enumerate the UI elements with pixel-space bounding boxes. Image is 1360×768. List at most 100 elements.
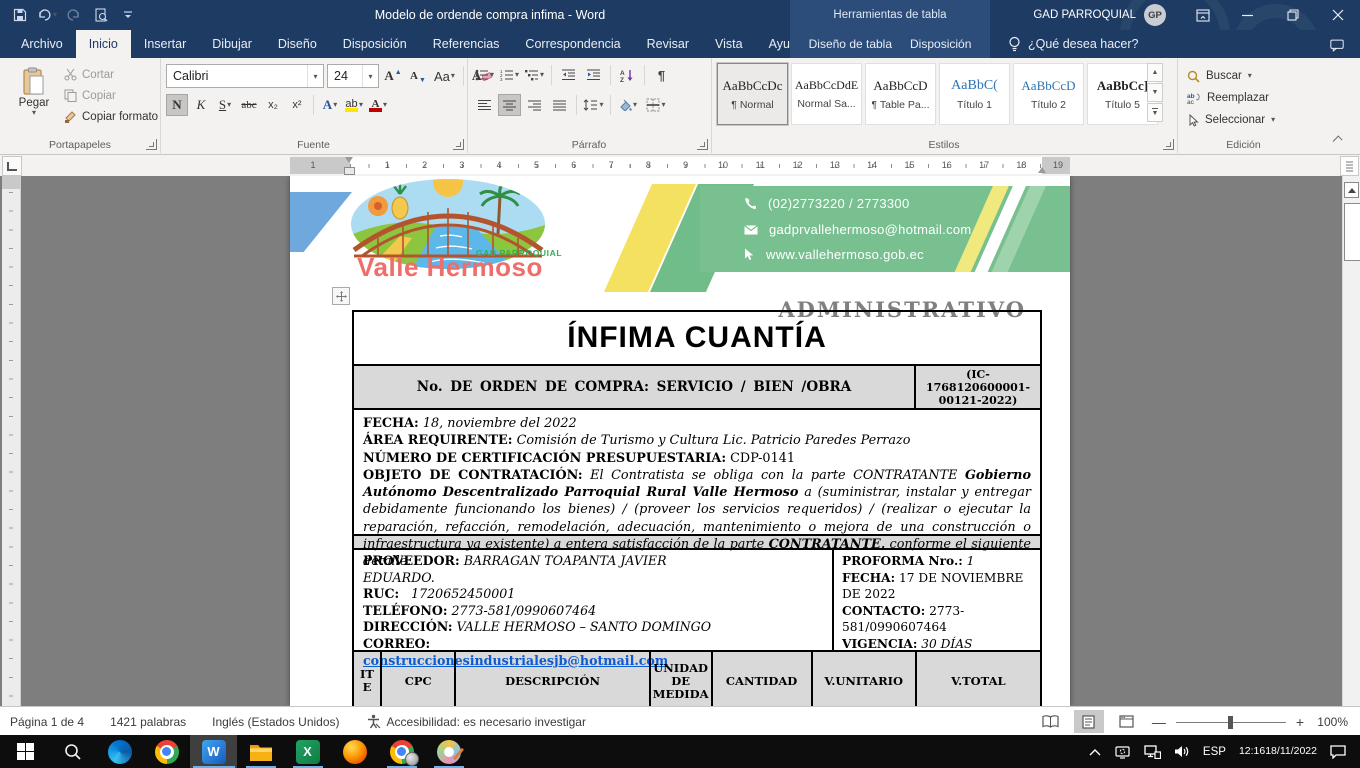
bullets-button[interactable]: ▾: [473, 64, 496, 86]
justify-button[interactable]: [548, 94, 571, 116]
styles-scroll-down-button[interactable]: ▼: [1147, 83, 1163, 102]
horizontal-ruler[interactable]: 123456789101112131415161718 1 19: [0, 155, 1360, 176]
cut-button[interactable]: Cortar: [64, 66, 158, 83]
sort-button[interactable]: AZ: [616, 64, 639, 86]
taskbar-edge-button[interactable]: [96, 735, 143, 768]
zoom-in-button[interactable]: +: [1294, 714, 1306, 730]
zoom-slider[interactable]: [1176, 715, 1286, 729]
italic-button[interactable]: K: [190, 94, 212, 116]
redo-button[interactable]: [62, 3, 86, 27]
borders-button[interactable]: ▾: [641, 94, 671, 116]
taskbar-search-button[interactable]: [49, 735, 96, 768]
ribbon-display-options-button[interactable]: [1180, 0, 1225, 30]
taskbar-word-button[interactable]: W: [190, 735, 237, 768]
replace-button[interactable]: abac Reemplazar: [1187, 88, 1275, 108]
zoom-level[interactable]: 100%: [1314, 715, 1348, 729]
strikethrough-button[interactable]: abc: [238, 94, 260, 116]
tab-vista[interactable]: Vista: [702, 30, 756, 58]
format-painter-button[interactable]: Copiar formato: [64, 108, 158, 125]
style-item-titulo-2[interactable]: AaBbCcD Título 2: [1013, 63, 1084, 125]
tell-me-box[interactable]: ¿Qué desea hacer?: [1008, 30, 1139, 58]
underline-button[interactable]: S▾: [214, 94, 236, 116]
taskbar-excel-button[interactable]: X: [284, 735, 331, 768]
tray-volume-button[interactable]: [1174, 745, 1190, 758]
start-button[interactable]: [2, 735, 49, 768]
tray-language[interactable]: ESP: [1203, 746, 1226, 758]
right-indent-marker[interactable]: [1038, 167, 1046, 173]
print-layout-button[interactable]: [1074, 710, 1104, 733]
left-indent-marker[interactable]: [344, 167, 355, 175]
taskbar-explorer-button[interactable]: [237, 735, 284, 768]
scroll-up-button[interactable]: [1344, 182, 1359, 198]
align-right-button[interactable]: [523, 94, 546, 116]
clipboard-dialog-launcher[interactable]: [146, 139, 157, 150]
customize-qat-button[interactable]: [116, 3, 140, 27]
text-effects-button[interactable]: A▾: [319, 94, 341, 116]
tray-clock[interactable]: 12:16 18/11/2022: [1239, 745, 1317, 759]
web-layout-button[interactable]: [1112, 710, 1142, 733]
multilevel-list-button[interactable]: ▾: [523, 64, 546, 86]
align-left-button[interactable]: [473, 94, 496, 116]
style-item-titulo-1[interactable]: AaBbC( Título 1: [939, 63, 1010, 125]
document-page[interactable]: Valle Hermoso GAD PARROQUIAL (02)2773220…: [290, 176, 1070, 706]
find-button[interactable]: Buscar ▾: [1187, 66, 1275, 86]
align-center-button[interactable]: [498, 94, 521, 116]
table-move-handle[interactable]: [332, 287, 350, 305]
font-color-button[interactable]: A▾: [367, 94, 389, 116]
tab-diseno-de-tabla[interactable]: Diseño de tabla: [800, 30, 901, 58]
tab-revisar[interactable]: Revisar: [634, 30, 702, 58]
taskbar-firefox-button[interactable]: [331, 735, 378, 768]
tab-inicio[interactable]: Inicio: [76, 30, 131, 58]
select-button[interactable]: Seleccionar ▾: [1187, 110, 1275, 130]
account-avatar[interactable]: GP: [1144, 4, 1166, 26]
tray-network-button[interactable]: [1144, 745, 1161, 759]
increase-indent-button[interactable]: [582, 64, 605, 86]
bold-button[interactable]: N: [166, 94, 188, 116]
status-language[interactable]: Inglés (Estados Unidos): [212, 715, 339, 729]
print-preview-button[interactable]: [89, 3, 113, 27]
tab-stop-selector[interactable]: [2, 156, 22, 176]
tab-insertar[interactable]: Insertar: [131, 30, 199, 58]
style-item-table-pa[interactable]: AaBbCcD ¶ Table Pa...: [865, 63, 936, 125]
styles-dialog-launcher[interactable]: [1163, 139, 1174, 150]
tray-expand-button[interactable]: [1089, 748, 1101, 756]
font-dialog-launcher[interactable]: [453, 139, 464, 150]
shrink-font-button[interactable]: A▼: [407, 65, 429, 87]
tab-correspondencia[interactable]: Correspondencia: [512, 30, 633, 58]
tab-dibujar[interactable]: Dibujar: [199, 30, 265, 58]
superscript-button[interactable]: x²: [286, 94, 308, 116]
close-button[interactable]: [1315, 0, 1360, 30]
ruler-toggle-box[interactable]: [1340, 156, 1359, 176]
tab-disposicion[interactable]: Disposición: [330, 30, 420, 58]
tab-referencias[interactable]: Referencias: [420, 30, 513, 58]
decrease-indent-button[interactable]: [557, 64, 580, 86]
tab-diseno[interactable]: Diseño: [265, 30, 330, 58]
font-size-select[interactable]: 24 ▾: [327, 64, 379, 88]
status-word-count[interactable]: 1421 palabras: [110, 715, 186, 729]
taskbar-chrome-app-button[interactable]: [378, 735, 425, 768]
zoom-out-button[interactable]: —: [1150, 714, 1168, 730]
styles-more-button[interactable]: ▼: [1147, 103, 1163, 122]
change-case-button[interactable]: Aa▾: [432, 65, 457, 87]
undo-button[interactable]: ▾: [35, 3, 59, 27]
account-name[interactable]: GAD PARROQUIAL: [1033, 9, 1136, 21]
collapse-ribbon-button[interactable]: [1330, 132, 1348, 146]
minimize-button[interactable]: [1225, 0, 1270, 30]
style-item-normal[interactable]: AaBbCcDc ¶ Normal: [717, 63, 788, 125]
paste-button[interactable]: Pegar ▾: [8, 64, 60, 130]
numbering-button[interactable]: 123▾: [498, 64, 521, 86]
styles-scroll-up-button[interactable]: ▲: [1147, 63, 1163, 82]
tab-disposicion-tabla[interactable]: Disposición: [901, 30, 980, 58]
taskbar-chrome-button[interactable]: [143, 735, 190, 768]
action-center-button[interactable]: [1330, 745, 1346, 759]
paragraph-dialog-launcher[interactable]: [697, 139, 708, 150]
line-spacing-button[interactable]: ▾: [582, 94, 605, 116]
font-name-select[interactable]: Calibri ▾: [166, 64, 324, 88]
highlight-button[interactable]: ab▾: [343, 94, 365, 116]
vertical-ruler[interactable]: [2, 176, 21, 706]
scrollbar-thumb[interactable]: [1344, 203, 1360, 261]
show-marks-button[interactable]: ¶: [650, 64, 673, 86]
first-line-indent-marker[interactable]: [345, 157, 353, 163]
save-button[interactable]: [8, 3, 32, 27]
feedback-button[interactable]: [1324, 34, 1350, 56]
